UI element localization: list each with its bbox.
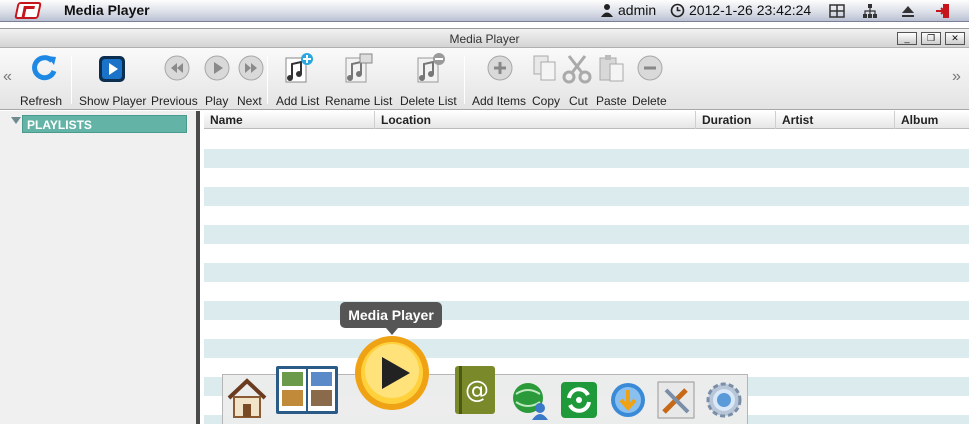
system-bar: Media Player admin 2012-1-26 23:42:24 bbox=[0, 0, 969, 22]
download-icon[interactable] bbox=[608, 380, 648, 420]
table-row bbox=[204, 130, 969, 149]
table-row bbox=[204, 282, 969, 301]
show-player-icon bbox=[99, 56, 125, 82]
column-name[interactable]: Name bbox=[204, 111, 374, 129]
settings-tools-icon[interactable] bbox=[656, 380, 696, 420]
paste-icon bbox=[599, 55, 624, 82]
media-player-icon[interactable] bbox=[352, 333, 432, 413]
table-row bbox=[204, 339, 969, 358]
table-row bbox=[204, 149, 969, 168]
network-icon[interactable] bbox=[862, 3, 878, 19]
dock-tooltip: Media Player bbox=[340, 302, 442, 335]
close-button[interactable]: ✕ bbox=[945, 32, 965, 45]
user-icon bbox=[601, 4, 613, 17]
toolbar-divider bbox=[267, 56, 268, 104]
table-row bbox=[204, 225, 969, 244]
table-row bbox=[204, 301, 969, 320]
toolbar-scroll-left[interactable]: « bbox=[3, 68, 12, 86]
datetime: 2012-1-26 23:42:24 bbox=[689, 2, 812, 18]
user-menu[interactable]: admin bbox=[600, 2, 656, 18]
table-header: Name Location Duration Artist Album bbox=[204, 111, 969, 129]
toolbar: « » Refresh Show Player Previous Play Ne… bbox=[0, 48, 969, 110]
network-user-icon[interactable] bbox=[510, 380, 550, 420]
cut-icon bbox=[562, 55, 592, 84]
eject-icon[interactable] bbox=[900, 3, 916, 19]
app-logo-icon[interactable] bbox=[14, 2, 42, 19]
add-list-icon bbox=[285, 53, 313, 83]
minimize-button[interactable]: _ bbox=[897, 32, 917, 45]
window-titlebar[interactable]: Media Player _ ❐ ✕ bbox=[0, 28, 969, 48]
copy-icon bbox=[533, 55, 556, 81]
table-row bbox=[204, 187, 969, 206]
grid-icon[interactable] bbox=[829, 3, 845, 19]
table-row bbox=[204, 263, 969, 282]
toolbar-divider bbox=[464, 56, 465, 104]
add-items-icon bbox=[487, 55, 513, 81]
refresh-icon bbox=[32, 55, 57, 81]
table-row bbox=[204, 244, 969, 263]
column-location[interactable]: Location bbox=[374, 111, 695, 129]
delete-icon bbox=[637, 55, 663, 81]
gear-icon[interactable] bbox=[704, 380, 744, 420]
column-duration[interactable]: Duration bbox=[695, 111, 775, 129]
svg-text:@: @ bbox=[465, 376, 489, 404]
previous-icon bbox=[164, 55, 190, 81]
address-book-icon[interactable]: @ bbox=[449, 364, 501, 416]
expand-arrow-icon[interactable] bbox=[11, 117, 21, 124]
toolbar-divider bbox=[71, 56, 72, 104]
table-row bbox=[204, 206, 969, 225]
restore-button[interactable]: ❐ bbox=[921, 32, 941, 45]
delete-list-icon bbox=[417, 53, 445, 83]
home-icon[interactable] bbox=[225, 376, 269, 420]
app-name: Media Player bbox=[64, 2, 150, 18]
column-artist[interactable]: Artist bbox=[775, 111, 894, 129]
next-icon bbox=[238, 55, 264, 81]
playlist-sidebar: PLAYLISTS bbox=[0, 111, 200, 424]
playlists-node[interactable]: PLAYLISTS bbox=[22, 115, 187, 133]
toolbar-scroll-right[interactable]: » bbox=[952, 68, 961, 86]
play-icon bbox=[204, 55, 230, 81]
clock-icon bbox=[670, 3, 685, 17]
sync-icon[interactable] bbox=[559, 380, 599, 420]
column-album[interactable]: Album bbox=[894, 111, 969, 129]
photo-album-icon[interactable] bbox=[274, 364, 340, 416]
rename-list-icon bbox=[345, 53, 373, 83]
table-row bbox=[204, 320, 969, 339]
clock: 2012-1-26 23:42:24 bbox=[670, 2, 811, 18]
logout-icon[interactable] bbox=[935, 3, 951, 19]
table-row bbox=[204, 168, 969, 187]
window-title: Media Player bbox=[449, 32, 520, 46]
user-name: admin bbox=[618, 2, 657, 18]
